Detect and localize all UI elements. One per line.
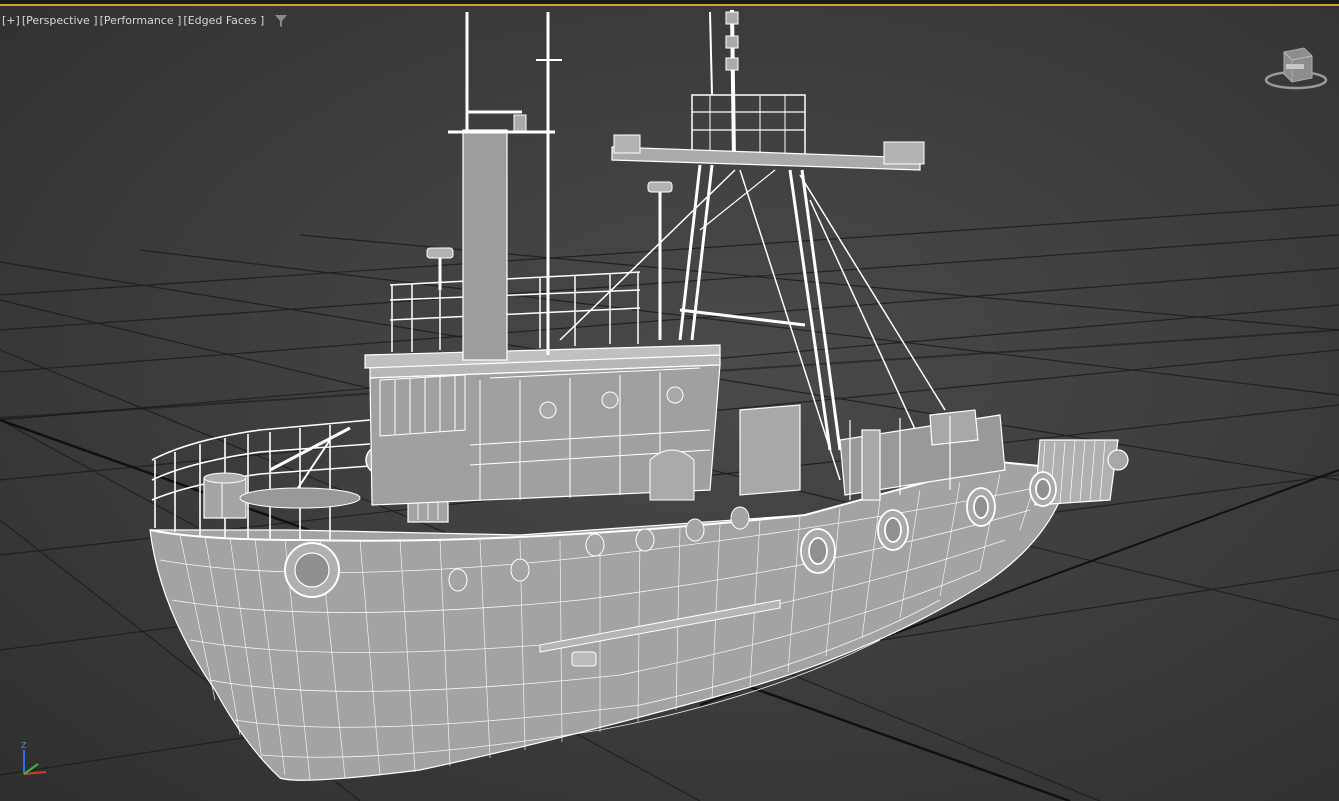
wheelhouse — [364, 344, 721, 506]
scene-3d-render — [0, 9, 1339, 801]
gizmo-z-label: Z — [21, 741, 27, 750]
axis-tripod-icon: Z — [21, 741, 47, 775]
bow-lifebuoy — [284, 542, 340, 598]
bow-railing — [151, 419, 371, 540]
home-grid — [0, 204, 1339, 801]
flybridge-railing — [389, 271, 641, 352]
viewcube-icon[interactable] — [1264, 44, 1328, 92]
boat-hull — [149, 460, 1082, 781]
perspective-viewport[interactable]: [+] [Perspective ] [Performance ] [Edged… — [0, 0, 1339, 801]
